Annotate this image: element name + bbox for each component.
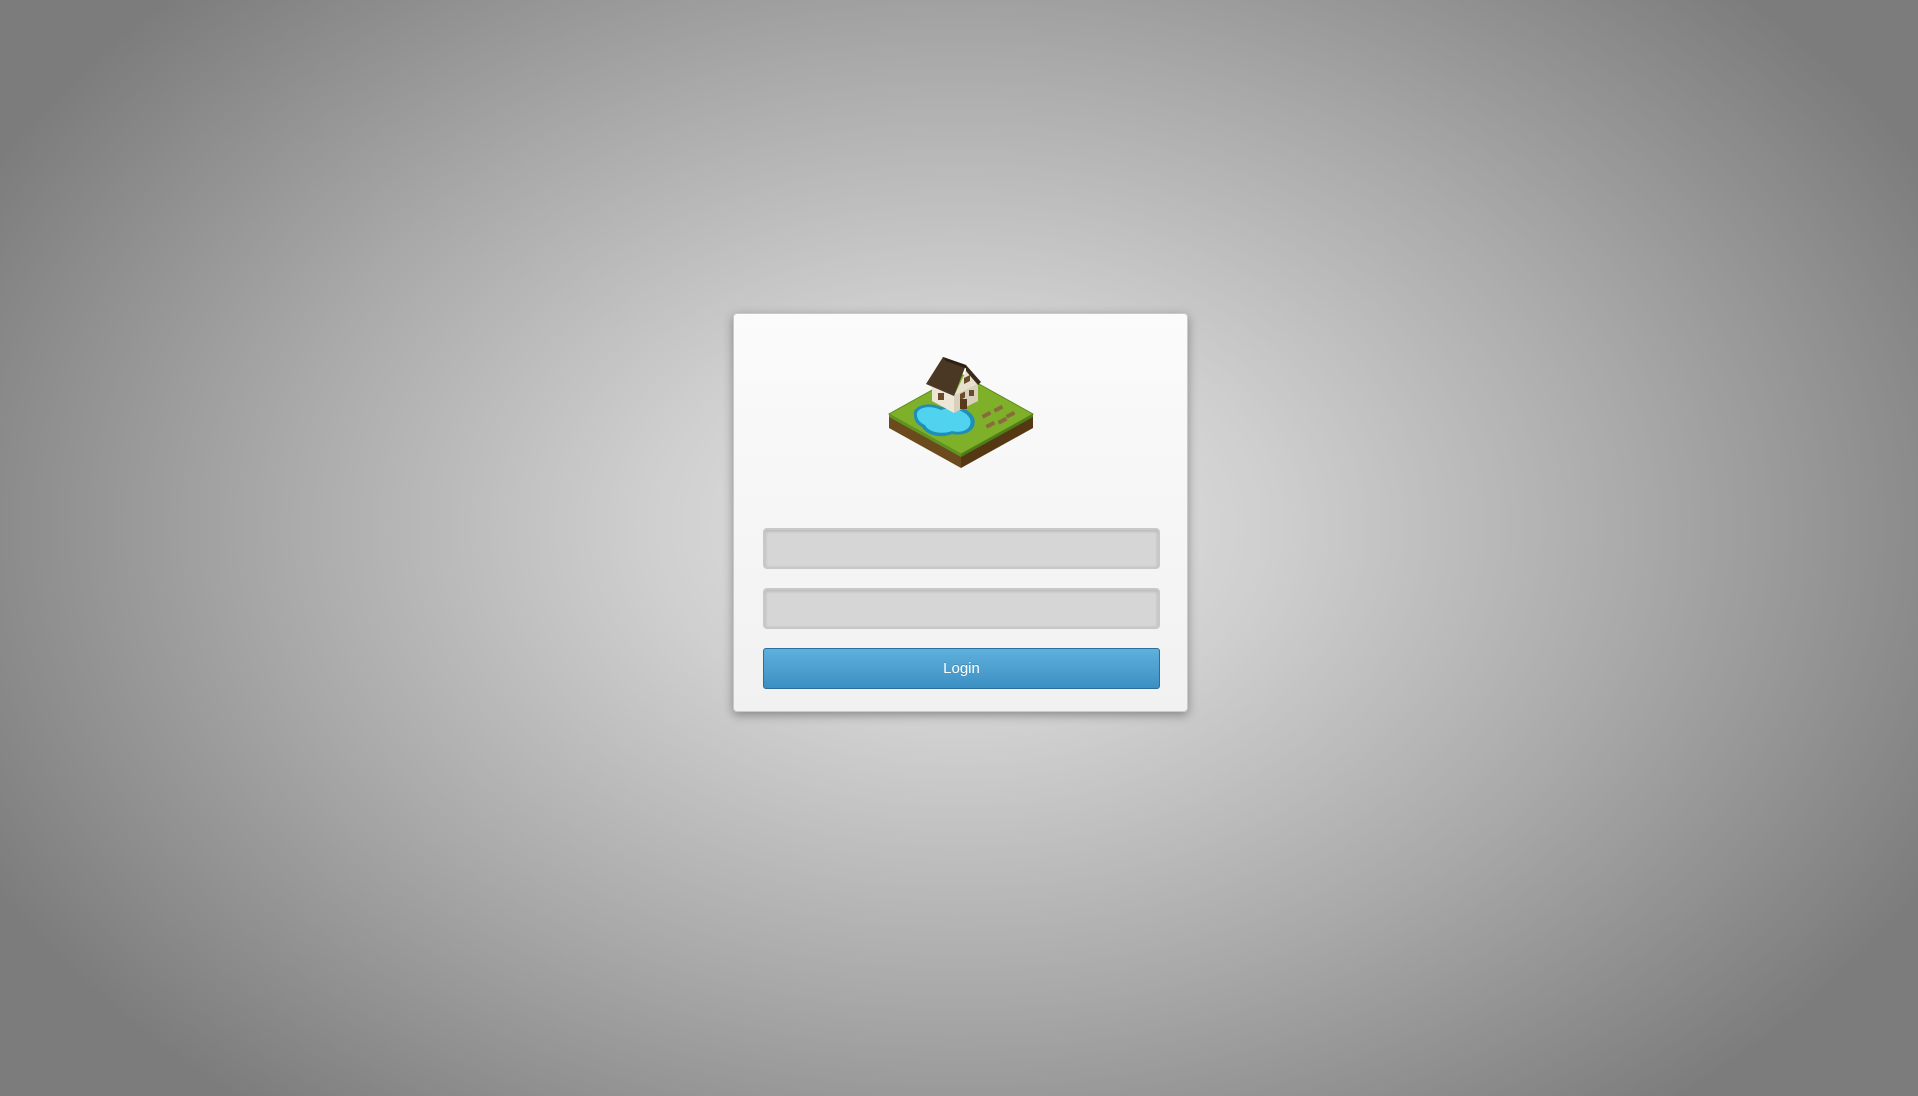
login-button[interactable]: Login — [763, 648, 1160, 689]
password-input[interactable] — [763, 588, 1160, 629]
login-panel: Login — [733, 313, 1188, 712]
house-with-pool-icon — [886, 351, 1036, 471]
username-input[interactable] — [763, 528, 1160, 569]
